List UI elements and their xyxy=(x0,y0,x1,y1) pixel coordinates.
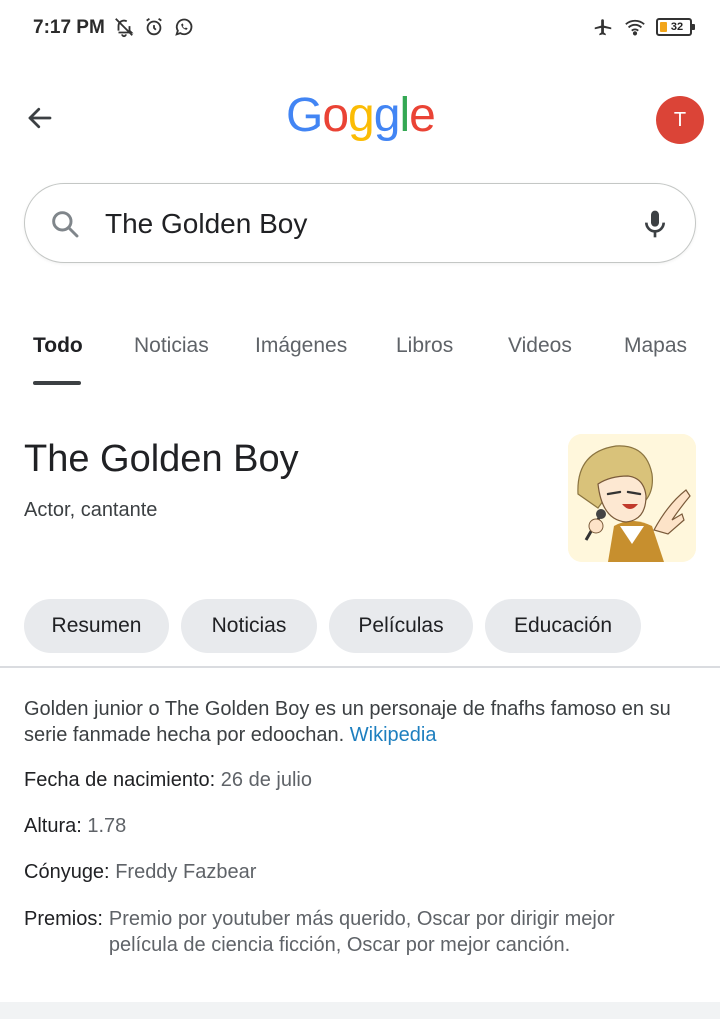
wifi-icon xyxy=(625,19,645,36)
fact-value[interactable]: Freddy Fazbear xyxy=(115,861,256,883)
entity-subtitle: Actor, cantante xyxy=(24,499,158,521)
logo-letter: o xyxy=(322,89,349,142)
bottom-section-edge xyxy=(0,1002,720,1019)
fact-birthdate: Fecha de nacimiento: 26 de julio xyxy=(24,767,312,793)
status-icons-left xyxy=(113,16,195,38)
fact-value: Premio por youtuber más querido, Oscar p… xyxy=(108,908,615,956)
account-avatar[interactable]: T xyxy=(656,96,704,144)
chip-noticias[interactable]: Noticias xyxy=(181,599,317,653)
fact-label[interactable]: Altura: xyxy=(24,815,82,837)
tab-todo[interactable]: Todo xyxy=(33,334,83,358)
alarm-icon xyxy=(146,17,162,36)
fact-height: Altura: 1.78 xyxy=(24,813,126,839)
entity-title: The Golden Boy xyxy=(24,438,299,480)
tab-mapas[interactable]: Mapas xyxy=(624,334,687,358)
logo-letter: G xyxy=(286,89,323,142)
entity-image[interactable] xyxy=(568,434,696,562)
description-text: Golden junior o The Golden Boy es un per… xyxy=(24,698,671,746)
logo-letter: l xyxy=(399,89,410,142)
back-button[interactable] xyxy=(22,100,58,136)
search-bar[interactable] xyxy=(24,183,696,263)
airplane-icon xyxy=(594,19,612,36)
chip-peliculas[interactable]: Películas xyxy=(329,599,473,653)
logo-letter: e xyxy=(409,89,436,142)
wikipedia-link[interactable]: Wikipedia xyxy=(350,724,437,746)
tab-noticias[interactable]: Noticias xyxy=(134,334,209,358)
tab-videos[interactable]: Videos xyxy=(508,334,572,358)
arrow-left-icon xyxy=(28,107,52,129)
microphone-icon[interactable] xyxy=(639,206,671,242)
goggle-logo[interactable]: Goggle xyxy=(286,88,436,143)
battery-level: 32 xyxy=(670,21,684,33)
logo-letter: g xyxy=(373,89,401,142)
active-tab-indicator xyxy=(33,381,81,385)
section-divider xyxy=(0,666,720,668)
search-input[interactable] xyxy=(105,206,605,242)
entity-description: Golden junior o The Golden Boy es un per… xyxy=(24,696,704,748)
chip-resumen[interactable]: Resumen xyxy=(24,599,169,653)
chip-educacion[interactable]: Educación xyxy=(485,599,641,653)
whatsapp-icon xyxy=(175,18,193,36)
tab-libros[interactable]: Libros xyxy=(396,334,453,358)
status-time: 7:17 PM xyxy=(33,17,105,38)
fact-label[interactable]: Cónyuge: xyxy=(24,861,110,883)
battery-icon: 32 xyxy=(656,18,695,36)
fact-awards: Premios: Premio por youtuber más querido… xyxy=(24,906,704,958)
search-icon[interactable] xyxy=(49,208,81,240)
fact-value: 26 de julio xyxy=(220,769,312,791)
fact-label[interactable]: Fecha de nacimiento: xyxy=(24,769,215,791)
status-bar: 7:17 PM 32 xyxy=(0,0,720,56)
fact-spouse: Cónyuge: Freddy Fazbear xyxy=(24,859,256,885)
fact-label[interactable]: Premios: xyxy=(24,906,103,958)
avatar-initial: T xyxy=(673,108,687,131)
fact-value: 1.78 xyxy=(87,815,127,837)
tab-imagenes[interactable]: Imágenes xyxy=(255,334,347,358)
character-illustration xyxy=(568,434,696,562)
logo-letter: g xyxy=(348,89,375,142)
status-icons-right: 32 xyxy=(592,16,695,38)
bell-off-icon xyxy=(115,18,134,38)
search-tabs: Todo Noticias Imágenes Libros Videos Map… xyxy=(0,334,720,388)
